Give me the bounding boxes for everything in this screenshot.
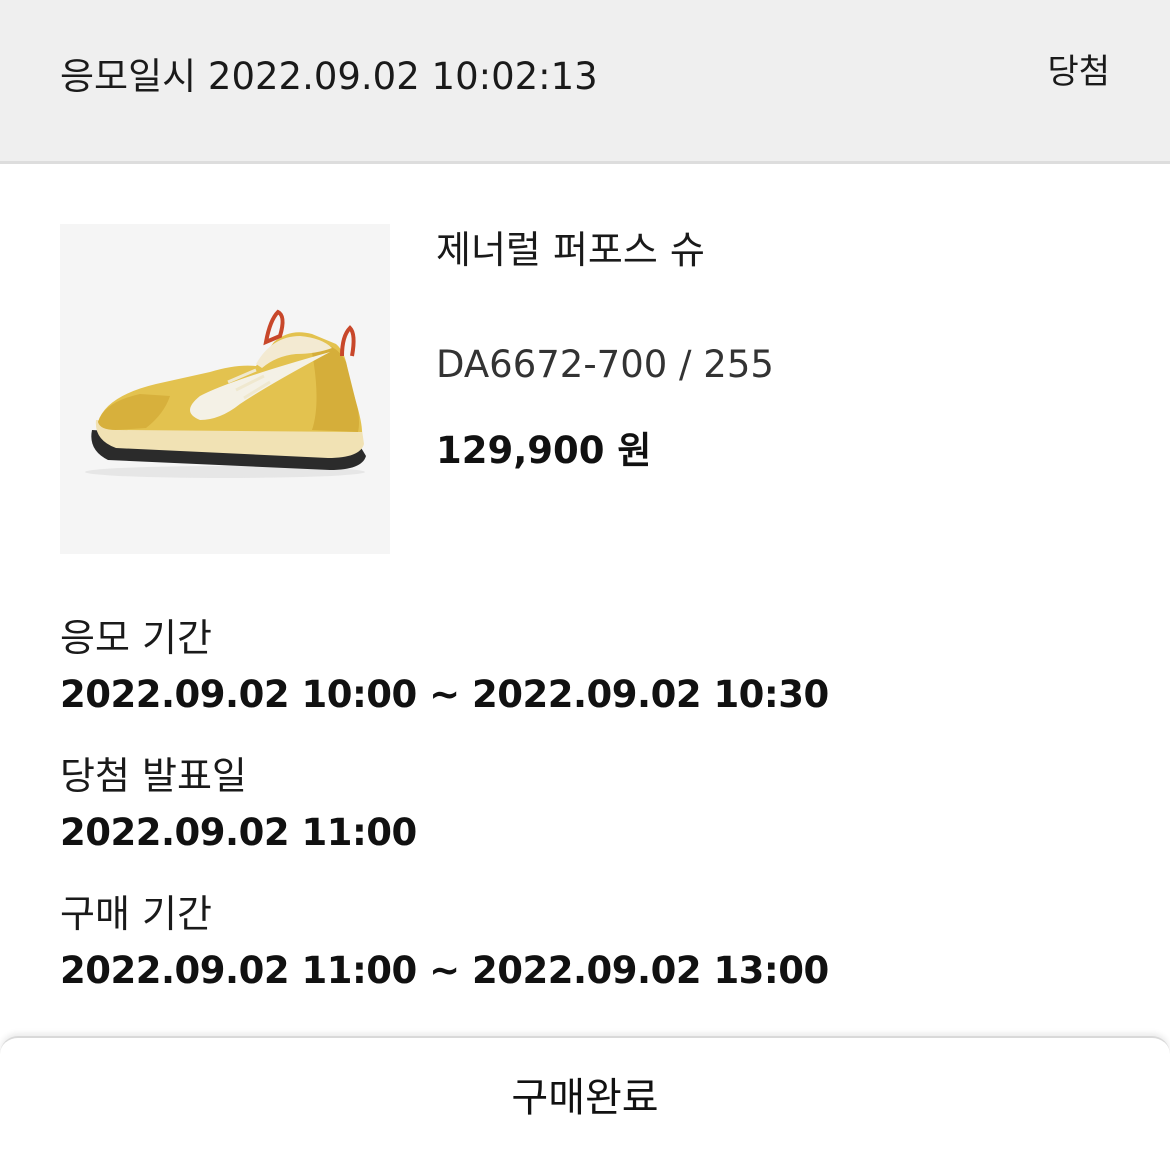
- product-code-size: DA6672-700 / 255: [436, 343, 774, 386]
- purchase-period-value: 2022.09.02 11:00 ~ 2022.09.02 13:00: [60, 949, 829, 992]
- result-status-badge: 당첨: [1047, 52, 1110, 92]
- entry-period-value: 2022.09.02 10:00 ~ 2022.09.02 10:30: [60, 673, 829, 716]
- bottom-action-bar: 구매완료: [0, 1036, 1170, 1172]
- product-price: 129,900 원: [436, 429, 652, 472]
- announce-date-label: 당첨 발표일: [60, 754, 247, 798]
- entry-period-label: 응모 기간: [60, 616, 212, 660]
- product-name: 제너럴 퍼포스 슈: [436, 228, 705, 272]
- product-image[interactable]: [60, 224, 390, 554]
- purchase-period-label: 구매 기간: [60, 892, 212, 936]
- sneaker-photo-icon: [85, 309, 366, 478]
- entry-header: 응모일시 2022.09.02 10:02:13 당첨: [0, 0, 1170, 164]
- purchase-complete-button[interactable]: 구매완료: [0, 1038, 1170, 1158]
- entry-datetime: 응모일시 2022.09.02 10:02:13: [60, 55, 598, 98]
- announce-date-value: 2022.09.02 11:00: [60, 811, 417, 854]
